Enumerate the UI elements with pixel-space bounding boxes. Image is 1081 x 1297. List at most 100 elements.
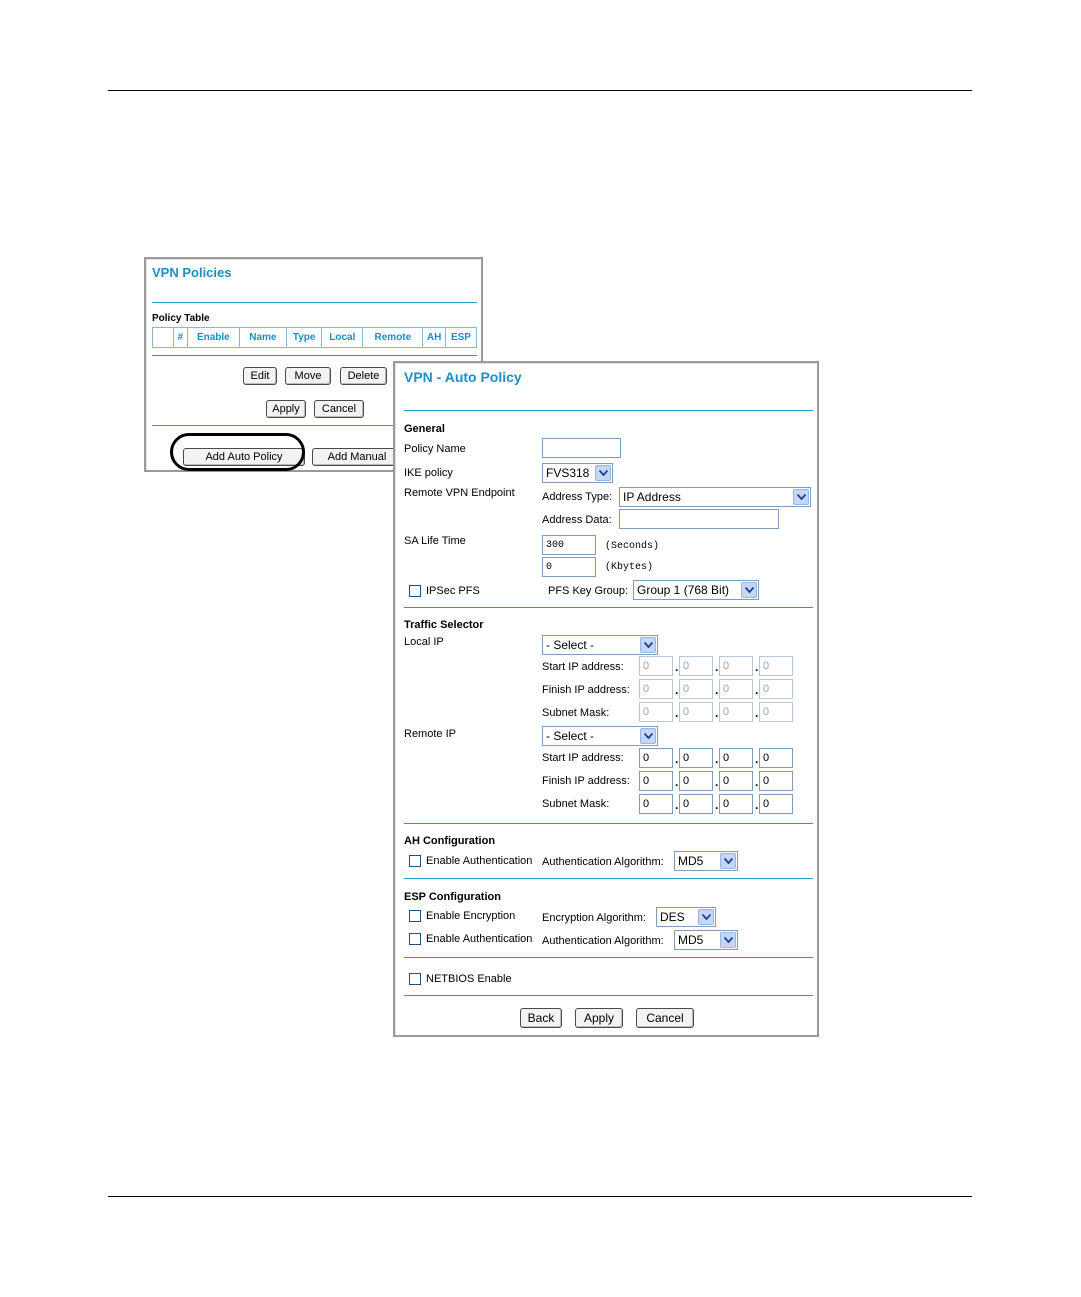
local-start-octet-1[interactable] — [639, 656, 673, 676]
netbios-enable-checkbox[interactable] — [409, 973, 421, 985]
address-type-label: Address Type: — [542, 491, 613, 503]
pfs-key-group-label: PFS Key Group: — [548, 585, 629, 597]
add-auto-policy-button[interactable]: Add Auto Policy — [183, 448, 305, 466]
esp-enable-enc-label: Enable Encryption — [426, 910, 516, 922]
octet-dot: . — [755, 752, 759, 766]
vpn-policies-title: VPN Policies — [152, 265, 232, 280]
ah-auth-alg-select[interactable]: MD5 — [674, 851, 738, 871]
remote-start-octet-2[interactable] — [679, 748, 713, 768]
ipsec-pfs-checkbox[interactable] — [409, 585, 421, 597]
local-finish-octet-2[interactable] — [679, 679, 713, 699]
local-mask-octet-4[interactable] — [759, 702, 793, 722]
esp-enable-enc-checkbox[interactable] — [409, 910, 421, 922]
separator — [404, 878, 813, 879]
remote-finish-octet-4[interactable] — [759, 771, 793, 791]
chevron-down-icon — [741, 582, 757, 598]
esp-enc-alg-select[interactable]: DES — [656, 907, 716, 927]
back-button[interactable]: Back — [520, 1008, 562, 1028]
local-subnet-mask-label: Subnet Mask: — [542, 707, 610, 719]
address-type-select[interactable]: IP Address — [619, 487, 811, 507]
sa-kbytes-unit: (Kbytes) — [605, 562, 654, 573]
chevron-down-icon — [595, 465, 611, 481]
traffic-selector-heading: Traffic Selector — [404, 619, 484, 631]
local-mask-octet-2[interactable] — [679, 702, 713, 722]
cancel-button[interactable]: Cancel — [636, 1008, 694, 1028]
remote-ip-select-value: - Select - — [546, 729, 595, 743]
edit-button[interactable]: Edit — [243, 367, 277, 385]
col-name: Name — [238, 327, 288, 348]
chevron-down-icon — [698, 909, 714, 925]
local-ip-label: Local IP — [404, 636, 444, 648]
local-start-octet-2[interactable] — [679, 656, 713, 676]
policies-apply-button[interactable]: Apply — [266, 400, 306, 418]
policy-name-input[interactable] — [542, 438, 621, 458]
remote-mask-octet-4[interactable] — [759, 794, 793, 814]
col-ah: AH — [422, 327, 446, 348]
remote-start-octet-3[interactable] — [719, 748, 753, 768]
sa-seconds-input[interactable] — [542, 535, 596, 555]
policy-table: # Enable Name Type Local Remote AH ESP — [152, 327, 478, 348]
remote-start-ip-label: Start IP address: — [542, 752, 624, 764]
octet-dot: . — [675, 798, 679, 812]
add-manual-button[interactable]: Add Manual — [312, 448, 402, 466]
remote-mask-octet-1[interactable] — [639, 794, 673, 814]
separator — [404, 607, 813, 608]
remote-mask-octet-2[interactable] — [679, 794, 713, 814]
octet-dot: . — [715, 775, 719, 789]
netbios-enable-label: NETBIOS Enable — [426, 973, 512, 985]
esp-auth-alg-label: Authentication Algorithm: — [542, 935, 664, 947]
remote-finish-octet-3[interactable] — [719, 771, 753, 791]
local-mask-octet-1[interactable] — [639, 702, 673, 722]
auto-policy-window: VPN - Auto Policy General Policy Name IK… — [393, 361, 819, 1037]
local-ip-select-value: - Select - — [546, 638, 595, 652]
separator — [152, 355, 477, 356]
local-ip-select[interactable]: - Select - — [542, 635, 658, 655]
col-type: Type — [286, 327, 323, 348]
remote-finish-octet-1[interactable] — [639, 771, 673, 791]
col-remote: Remote — [362, 327, 424, 348]
policies-cancel-button[interactable]: Cancel — [314, 400, 364, 418]
col-esp: ESP — [444, 327, 478, 348]
address-data-label: Address Data: — [542, 514, 612, 526]
remote-ip-select[interactable]: - Select - — [542, 726, 658, 746]
ah-enable-auth-checkbox[interactable] — [409, 855, 421, 867]
chevron-down-icon — [720, 932, 736, 948]
remote-start-octet-4[interactable] — [759, 748, 793, 768]
local-finish-octet-3[interactable] — [719, 679, 753, 699]
esp-auth-alg-select[interactable]: MD5 — [674, 930, 738, 950]
col-select — [152, 327, 174, 348]
move-button[interactable]: Move — [285, 367, 331, 385]
local-start-ip-label: Start IP address: — [542, 661, 624, 673]
address-data-input[interactable] — [619, 509, 779, 529]
pfs-key-group-select[interactable]: Group 1 (768 Bit) — [633, 580, 759, 600]
separator — [404, 957, 813, 958]
col-enable: Enable — [187, 327, 240, 348]
esp-enable-auth-label: Enable Authentication — [426, 933, 533, 945]
sa-seconds-unit: (Seconds) — [605, 541, 660, 552]
remote-start-octet-1[interactable] — [639, 748, 673, 768]
esp-enable-auth-checkbox[interactable] — [409, 933, 421, 945]
general-heading: General — [404, 423, 445, 435]
local-mask-octet-3[interactable] — [719, 702, 753, 722]
ah-configuration-heading: AH Configuration — [404, 835, 496, 847]
apply-button[interactable]: Apply — [575, 1008, 623, 1028]
esp-enc-alg-value: DES — [660, 910, 685, 924]
remote-finish-octet-2[interactable] — [679, 771, 713, 791]
ike-policy-select[interactable]: FVS318 — [542, 463, 613, 483]
remote-mask-octet-3[interactable] — [719, 794, 753, 814]
local-start-octet-4[interactable] — [759, 656, 793, 676]
local-start-octet-3[interactable] — [719, 656, 753, 676]
octet-dot: . — [675, 706, 679, 720]
delete-button[interactable]: Delete — [340, 367, 387, 385]
local-finish-octet-1[interactable] — [639, 679, 673, 699]
local-finish-octet-4[interactable] — [759, 679, 793, 699]
chevron-down-icon — [793, 489, 809, 505]
chevron-down-icon — [720, 853, 736, 869]
octet-dot: . — [755, 683, 759, 697]
remote-ip-label: Remote IP — [404, 728, 456, 740]
sa-kbytes-input[interactable] — [542, 557, 596, 577]
esp-enc-alg-label: Encryption Algorithm: — [542, 912, 646, 924]
octet-dot: . — [715, 752, 719, 766]
remote-subnet-mask-label: Subnet Mask: — [542, 798, 610, 810]
remote-finish-ip-label: Finish IP address: — [542, 775, 630, 787]
